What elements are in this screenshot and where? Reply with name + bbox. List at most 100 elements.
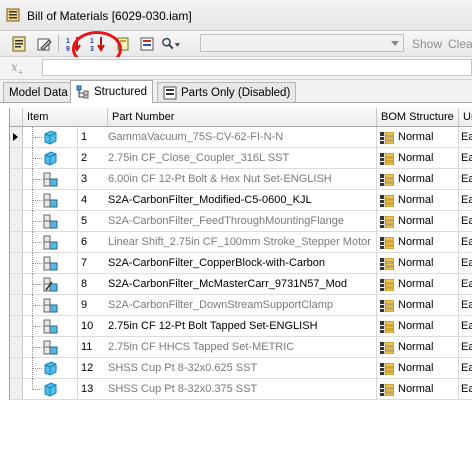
part-number-cell[interactable]: S2A-CarbonFilter_DownStreamSupportClamp	[108, 295, 376, 315]
row-selector[interactable]	[10, 211, 23, 231]
sort-descending-icon[interactable]: 13	[88, 34, 108, 53]
bom-structure-cell[interactable]: Normal	[380, 337, 460, 357]
row-selector[interactable]	[10, 253, 23, 273]
row-selector[interactable]	[10, 379, 23, 399]
sort-ascending-icon[interactable]: 19	[64, 34, 84, 53]
current-row-arrow-icon	[13, 133, 18, 141]
table-row[interactable]: 3 6.00in CF 12-Pt Bolt & Hex Nut Set-ENGL…	[10, 169, 472, 190]
unit-cell[interactable]: Eac	[461, 232, 472, 252]
bom-structure-cell[interactable]: Normal	[380, 127, 460, 147]
filter-combo[interactable]	[200, 34, 404, 52]
part-number-cell[interactable]: S2A-CarbonFilter_McMasterCarr_9731N57_Mo…	[108, 274, 376, 294]
bom-structure-cell[interactable]: Normal	[380, 316, 460, 336]
unit-cell[interactable]: Eac	[461, 316, 472, 336]
table-row[interactable]: 8 S2A-CarbonFilter_McMasterCarr_9731N57_M…	[10, 274, 472, 295]
cell-divider	[77, 232, 78, 252]
table-row[interactable]: 1 GammaVacuum_75S-CV-62-FI-N-N Normal Eac	[10, 127, 472, 148]
renumber-icon[interactable]	[113, 34, 133, 53]
table-row[interactable]: 13 SHSS Cup Pt 8-32x0.375 SST Normal Eac	[10, 379, 472, 400]
formula-input[interactable]	[42, 59, 472, 76]
table-row[interactable]: 6 Linear Shift_2.75in CF_100mm Stroke_Ste…	[10, 232, 472, 253]
unit-cell[interactable]: Eac	[461, 169, 472, 189]
item-number: 4	[81, 194, 88, 206]
find-icon[interactable]	[161, 34, 181, 53]
unit-cell[interactable]: Eac	[461, 337, 472, 357]
table-row[interactable]: 5 S2A-CarbonFilter_FeedThroughMountingFla…	[10, 211, 472, 232]
part-number-cell[interactable]: 2.75in CF_Close_Coupler_316L SST	[108, 148, 376, 168]
part-number-cell[interactable]: Linear Shift_2.75in CF_100mm Stroke_Step…	[108, 232, 376, 252]
part-number-cell[interactable]: S2A-CarbonFilter_FeedThroughMountingFlan…	[108, 211, 376, 231]
bom-structure-cell[interactable]: Normal	[380, 190, 460, 210]
row-selector[interactable]	[10, 337, 23, 357]
column-header-part-number[interactable]: Part Number	[108, 108, 377, 126]
bom-structure-cell[interactable]: Normal	[380, 358, 460, 378]
row-selector[interactable]	[10, 127, 23, 147]
table-row[interactable]: 7 S2A-CarbonFilter_CopperBlock-with-Carbo…	[10, 253, 472, 274]
unit-cell[interactable]: Eac	[461, 148, 472, 168]
tab-model-data[interactable]: Model Data	[3, 82, 74, 102]
unit-cell[interactable]: Eac	[461, 379, 472, 399]
cell-divider	[376, 295, 377, 315]
bom-structure-cell[interactable]: Normal	[380, 379, 460, 399]
part-icon	[43, 151, 58, 166]
unit-cell[interactable]: Eac	[461, 274, 472, 294]
row-selector[interactable]	[10, 169, 23, 189]
chevron-down-icon[interactable]	[391, 41, 399, 46]
clear-button[interactable]: Clea	[448, 37, 472, 51]
bom-structure-cell[interactable]: Normal	[380, 274, 460, 294]
row-selector[interactable]	[10, 358, 23, 378]
part-number-cell[interactable]: GammaVacuum_75S-CV-62-FI-N-N	[108, 127, 376, 147]
export-icon[interactable]	[137, 34, 157, 53]
assembly-icon	[43, 235, 58, 250]
item-number: 8	[81, 278, 88, 290]
edit-icon[interactable]	[34, 34, 54, 53]
column-header-unit[interactable]: Un	[459, 108, 472, 126]
unit-cell[interactable]: Eac	[461, 295, 472, 315]
bom-structure-cell[interactable]: Normal	[380, 253, 460, 273]
table-row[interactable]: 12 SHSS Cup Pt 8-32x0.625 SST Normal Eac	[10, 358, 472, 379]
unit-cell[interactable]: Eac	[461, 127, 472, 147]
unit-cell[interactable]: Eac	[461, 211, 472, 231]
cell-divider	[458, 211, 459, 231]
row-selector-header[interactable]	[10, 108, 23, 126]
bom-structure-cell[interactable]: Normal	[380, 211, 460, 231]
table-row[interactable]: 4 S2A-CarbonFilter_Modified-C5-0600_KJL No…	[10, 190, 472, 211]
tree-line	[32, 305, 42, 306]
row-selector[interactable]	[10, 148, 23, 168]
part-number-cell[interactable]: S2A-CarbonFilter_Modified-C5-0600_KJL	[108, 190, 376, 210]
row-selector[interactable]	[10, 190, 23, 210]
part-number-cell[interactable]: SHSS Cup Pt 8-32x0.375 SST	[108, 379, 376, 399]
part-number-cell[interactable]: S2A-CarbonFilter_CopperBlock-with-Carbon	[108, 253, 376, 273]
bom-structure-value: Normal	[398, 131, 434, 143]
column-header-bom-structure[interactable]: BOM Structure	[377, 108, 459, 126]
tab-parts-only[interactable]: Parts Only (Disabled)	[157, 82, 297, 102]
table-row[interactable]: 2 2.75in CF_Close_Coupler_316L SST Normal E…	[10, 148, 472, 169]
row-selector[interactable]	[10, 274, 23, 294]
cell-divider	[458, 169, 459, 189]
properties-icon[interactable]	[9, 34, 29, 53]
bom-structure-value: Normal	[398, 257, 434, 269]
part-number-cell[interactable]: 6.00in CF 12-Pt Bolt & Hex Nut Set-ENGLI…	[108, 169, 376, 189]
unit-cell[interactable]: Eac	[461, 358, 472, 378]
bom-structure-cell[interactable]: Normal	[380, 295, 460, 315]
row-selector[interactable]	[10, 316, 23, 336]
part-number-cell[interactable]: 2.75in CF HHCS Tapped Set-METRIC	[108, 337, 376, 357]
bom-structure-cell[interactable]: Normal	[380, 232, 460, 252]
bom-structure-icon	[380, 320, 395, 334]
row-selector[interactable]	[10, 295, 23, 315]
row-selector[interactable]	[10, 232, 23, 252]
item-number: 5	[81, 215, 88, 227]
bom-structure-cell[interactable]: Normal	[380, 148, 460, 168]
tab-structured[interactable]: Structured	[70, 80, 154, 103]
bom-structure-cell[interactable]: Normal	[380, 169, 460, 189]
part-number-cell[interactable]: SHSS Cup Pt 8-32x0.625 SST	[108, 358, 376, 378]
table-row[interactable]: 9 S2A-CarbonFilter_DownStreamSupportClamp…	[10, 295, 472, 316]
column-header-item[interactable]: Item	[23, 108, 108, 126]
unit-cell[interactable]: Eac	[461, 190, 472, 210]
part-number-cell[interactable]: 2.75in CF 12-Pt Bolt Tapped Set-ENGLISH	[108, 316, 376, 336]
show-button[interactable]: Show	[412, 37, 442, 51]
table-row[interactable]: 10 2.75in CF 12-Pt Bolt Tapped Set-ENGLIS…	[10, 316, 472, 337]
table-row[interactable]: 11 2.75in CF HHCS Tapped Set-METRIC Normal…	[10, 337, 472, 358]
unit-cell[interactable]: Eac	[461, 253, 472, 273]
cell-divider	[376, 337, 377, 357]
